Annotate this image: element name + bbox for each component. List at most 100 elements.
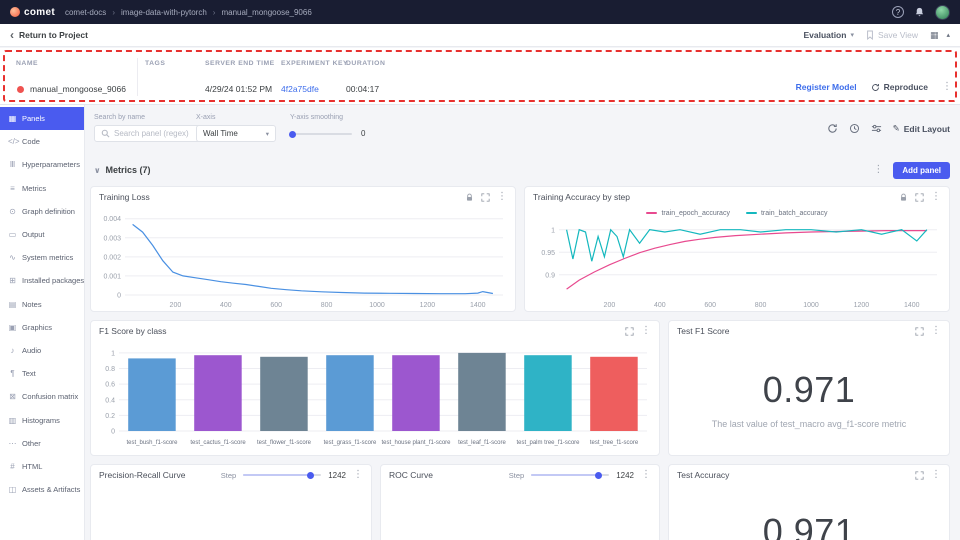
reproduce-button[interactable]: Reproduce [871,82,928,92]
add-panel-button[interactable]: Add panel [893,162,950,179]
xaxis-select[interactable]: Wall Time ▾ [196,125,276,142]
sidebar-item-output[interactable]: ▭Output [0,223,84,246]
search-label: Search by name [94,114,145,121]
sidebar-item-notes[interactable]: ▤Notes [0,293,84,316]
panel-kebab-menu-icon[interactable]: ⋮ [641,326,651,336]
panels-content: Search by name X-axis Y-axis smoothing S… [85,105,960,540]
notifications-bell-icon[interactable] [914,6,925,18]
sidebar-item-other[interactable]: ⋯Other [0,432,84,455]
view-selector-dropdown[interactable]: Evaluation ▾ [803,30,854,40]
test-f1-caption: The last value of test_macro avg_f1-scor… [669,419,949,429]
row-kebab-menu-icon[interactable]: ⋮ [942,82,952,92]
panel-kebab-menu-icon[interactable]: ⋮ [497,192,507,202]
sidebar-item-metrics[interactable]: ≡Metrics [0,177,84,200]
step-slider[interactable] [531,474,609,476]
save-view-button[interactable]: Save View [866,30,918,40]
svg-text:1: 1 [551,227,555,234]
history-icon[interactable] [849,123,860,134]
sidebar-item-graph-definition[interactable]: ⊙Graph definition [0,200,84,223]
svg-text:1400: 1400 [904,302,920,309]
panel-kebab-menu-icon[interactable]: ⋮ [641,470,651,480]
edit-layout-button[interactable]: ✎ Edit Layout [893,123,950,134]
svg-text:test_grass_f1-score: test_grass_f1-score [324,440,377,446]
experiment-name[interactable]: manual_mongoose_9066 [30,84,126,94]
xaxis-label: X-axis [196,114,215,121]
user-avatar[interactable] [935,5,950,20]
training-loss-chart: 00.0010.0020.0030.0042004006008001000120… [93,207,511,309]
legend-swatch [746,212,757,214]
column-header-experiment-key: EXPERIMENT KEY [281,60,348,67]
comet-logo[interactable]: comet [10,7,55,18]
metrics-section-header: ∨ Metrics (7) ⋮ Add panel [94,161,950,179]
svg-text:400: 400 [220,302,232,309]
return-to-project-button[interactable]: ‹ Return to Project [10,29,88,41]
sidebar-item-confusion-matrix[interactable]: ⊠Confusion matrix [0,385,84,408]
breadcrumb-project[interactable]: image-data-with-pytorch [121,8,207,17]
metrics-section-toggle[interactable]: ∨ Metrics (7) [94,165,151,175]
sidebar-item-histograms[interactable]: ▥Histograms [0,408,84,431]
svg-text:200: 200 [170,302,182,309]
options-sliders-icon[interactable] [871,123,882,134]
confusion-matrix-icon: ⊠ [8,392,17,401]
svg-text:1200: 1200 [420,302,436,309]
panel-kebab-menu-icon[interactable]: ⋮ [931,326,941,336]
sidebar-item-hyperparameters[interactable]: ⅢHyperparameters [0,153,84,176]
lock-icon[interactable] [899,193,908,202]
svg-text:test_leaf_f1-score: test_leaf_f1-score [458,440,506,446]
expand-icon[interactable] [915,471,924,480]
section-kebab-menu-icon[interactable]: ⋮ [873,165,883,175]
svg-text:0.9: 0.9 [545,272,555,279]
svg-text:1400: 1400 [470,302,486,309]
legend-item[interactable]: train_batch_accuracy [746,210,828,217]
sidebar-item-audio[interactable]: ♪Audio [0,339,84,362]
sidebar-item-panels[interactable]: ▦Panels [0,107,84,130]
register-model-button[interactable]: Register Model [796,82,857,92]
sidebar-item-installed-packages[interactable]: ⊞Installed packages [0,269,84,292]
lock-icon[interactable] [465,193,474,202]
panel-kebab-menu-icon[interactable]: ⋮ [931,192,941,202]
expand-icon[interactable] [915,193,924,202]
test-accuracy-value: 0.971 [669,511,949,540]
sidebar-item-html[interactable]: #HTML [0,455,84,478]
sliders-icon: Ⅲ [8,160,17,169]
nav-actions: ? [892,5,950,20]
code-icon: </> [8,137,17,146]
sidebar-item-text[interactable]: ¶Text [0,362,84,385]
bookmark-icon [866,30,874,40]
panel-training-accuracy: Training Accuracy by step ⋮ train_epoch_… [524,186,950,312]
step-slider[interactable] [243,474,321,476]
pencil-icon: ✎ [893,123,900,134]
sidebar-item-assets-artifacts[interactable]: ◫Assets & Artifacts [0,478,84,501]
metrics-icon: ≡ [8,184,17,193]
column-header-server-end-time: SERVER END TIME [205,60,275,67]
panel-kebab-menu-icon[interactable]: ⋮ [353,470,363,480]
help-icon[interactable]: ? [892,6,904,18]
legend-swatch [646,212,657,214]
legend-item[interactable]: train_epoch_accuracy [646,210,730,217]
refresh-icon[interactable] [827,123,838,134]
slider-handle[interactable] [595,472,602,479]
svg-text:test_tree_f1-score: test_tree_f1-score [590,440,639,446]
other-icon: ⋯ [8,439,17,448]
collapse-caret-icon[interactable]: ▴ [946,31,950,39]
expand-icon[interactable] [481,193,490,202]
slider-handle[interactable] [307,472,314,479]
reproduce-label: Reproduce [884,82,928,92]
experiment-key-link[interactable]: 4f2a75dfe [281,84,319,94]
breadcrumb-experiment[interactable]: manual_mongoose_9066 [221,8,311,17]
return-to-project-label: Return to Project [19,30,88,40]
sidebar-item-system-metrics[interactable]: ∿System metrics [0,246,84,269]
panel-title: Training Loss [99,192,150,202]
panel-kebab-menu-icon[interactable]: ⋮ [931,470,941,480]
sidebar-item-code[interactable]: </>Code [0,130,84,153]
training-accuracy-chart: 0.90.951200400600800100012001400 [527,217,945,309]
breadcrumb-workspace[interactable]: comet-docs [65,8,106,17]
slider-handle[interactable] [289,131,296,138]
sidebar-item-graphics[interactable]: ▣Graphics [0,316,84,339]
back-chevron-icon: ‹ [10,29,14,41]
expand-icon[interactable] [625,327,634,336]
panel-training-loss: Training Loss ⋮ 00.0010.0020.0030.004200… [90,186,516,312]
expand-icon[interactable] [915,327,924,336]
table-layout-icon[interactable]: ▦ [930,30,939,41]
smoothing-slider[interactable] [290,133,352,135]
